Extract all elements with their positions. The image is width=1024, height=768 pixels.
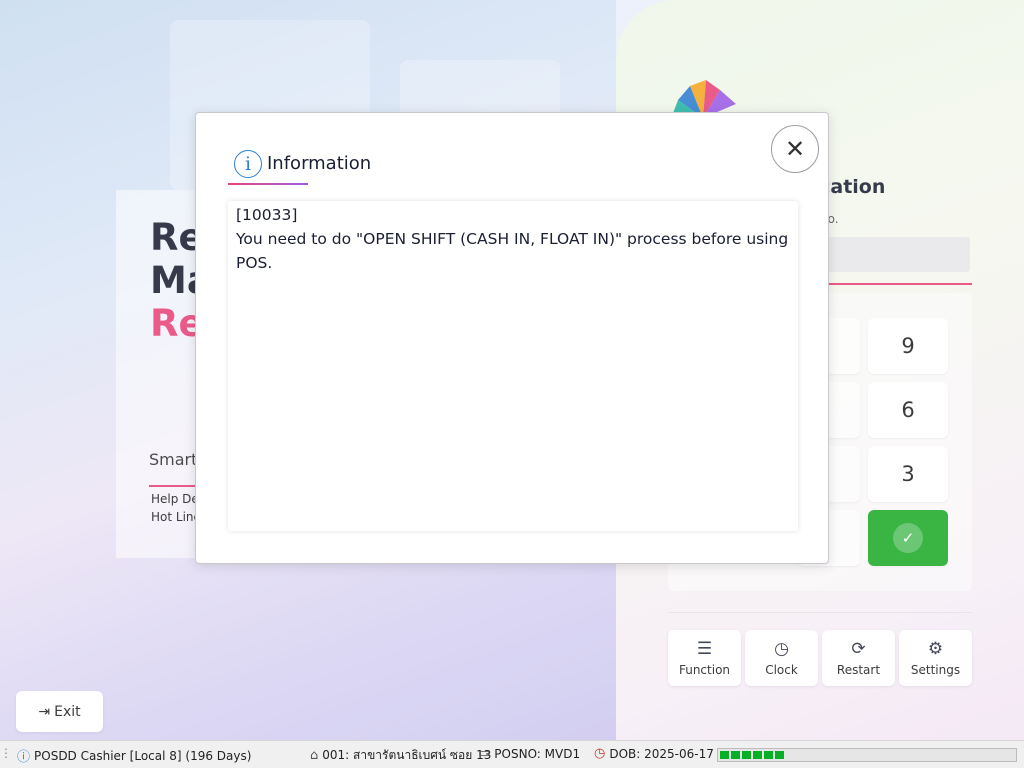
message-code: [10033] bbox=[236, 206, 298, 224]
close-button[interactable]: ✕ bbox=[771, 125, 819, 173]
status-grip: ⋮ bbox=[0, 746, 12, 760]
branch-text: 001: สาขารัตนาธิเบศน์ ซอย 13 bbox=[322, 748, 492, 762]
message-text: You need to do "OPEN SHIFT (CASH IN, FLO… bbox=[236, 230, 789, 272]
dialog-title-underline bbox=[228, 183, 308, 185]
close-icon: ✕ bbox=[784, 135, 806, 163]
posno-text: POSNO: MVD1 bbox=[494, 746, 581, 761]
info-icon: ⓘ bbox=[17, 750, 31, 765]
information-dialog: i Information ✕ [10033] You need to do "… bbox=[195, 112, 829, 564]
status-dob: ◷ DOB: 2025-06-17 bbox=[594, 746, 714, 761]
status-branch: ⌂ 001: สาขารัตนาธิเบศน์ ซอย 13 bbox=[310, 746, 491, 765]
clock-icon: ◷ bbox=[594, 746, 606, 761]
dialog-message-box: [10033] You need to do "OPEN SHIFT (CASH… bbox=[228, 201, 798, 531]
home-icon: ⌂ bbox=[310, 748, 319, 763]
dob-text: DOB: 2025-06-17 bbox=[609, 746, 714, 761]
status-posno: ▭ POSNO: MVD1 bbox=[478, 746, 580, 761]
app-info-text: POSDD Cashier [Local 8] (196 Days) bbox=[34, 748, 252, 763]
dialog-title: Information bbox=[267, 153, 372, 174]
progress-fill bbox=[720, 751, 785, 759]
status-bar: ⋮ ⓘ POSDD Cashier [Local 8] (196 Days) ⌂… bbox=[0, 740, 1024, 768]
monitor-icon: ▭ bbox=[478, 746, 491, 761]
info-icon: i bbox=[234, 150, 262, 178]
progress-bar bbox=[717, 748, 1017, 762]
status-app-info: ⓘ POSDD Cashier [Local 8] (196 Days) bbox=[17, 746, 252, 766]
